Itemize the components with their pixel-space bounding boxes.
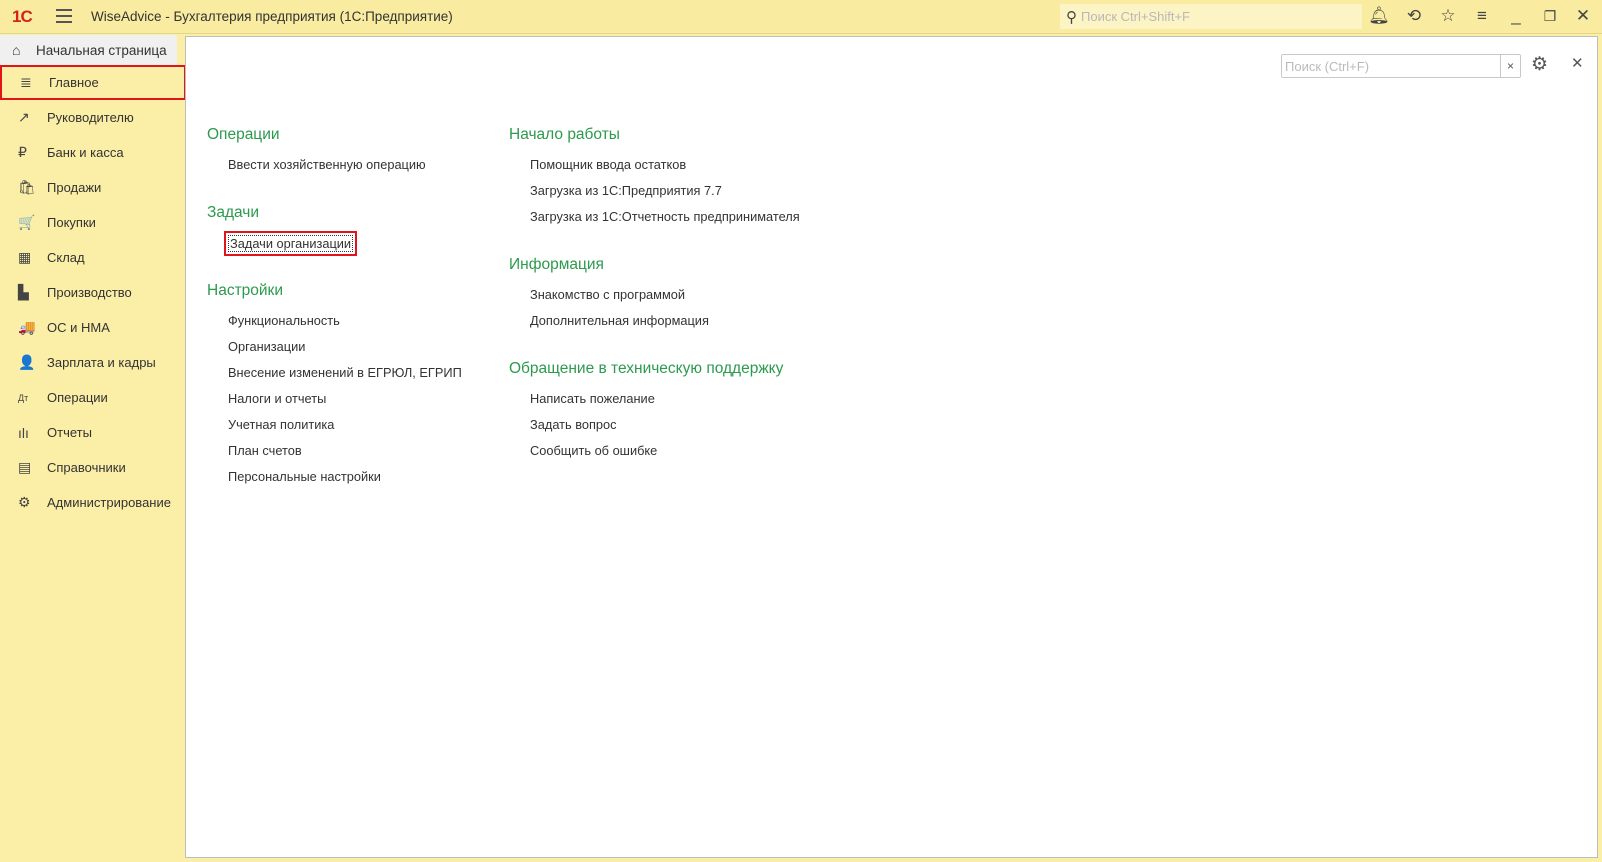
section-heading: Задачи [207, 204, 260, 221]
close-window-icon[interactable]: ✕ [1572, 6, 1594, 26]
nav-link[interactable]: План счетов [228, 443, 302, 458]
nav-link[interactable]: Загрузка из 1С:Предприятия 7.7 [530, 183, 722, 198]
sidebar-item[interactable]: 👤 Зарплата и кадры [0, 345, 186, 380]
nav-link[interactable]: Написать пожелание [530, 391, 655, 406]
section-heading: Обращение в техническую поддержку [509, 360, 784, 377]
nav-link[interactable]: Функциональность [228, 313, 340, 328]
sidebar-item[interactable]: ≣ Главное [0, 65, 186, 100]
nav-link[interactable]: Помощник ввода остатков [530, 157, 686, 172]
bell-icon[interactable]: 🔔︎ [1368, 6, 1390, 26]
home-label: Начальная страница [36, 42, 167, 58]
restore-icon[interactable]: ❐ [1539, 8, 1561, 25]
star-icon[interactable]: ☆ [1437, 6, 1459, 26]
gear-icon[interactable]: ⚙ [1531, 53, 1548, 76]
section-heading: Начало работы [509, 126, 620, 143]
sidebar-item-label: Продажи [47, 180, 102, 195]
sidebar-item[interactable]: ↗ Руководителю [0, 100, 186, 135]
section-icon: ₽ [18, 144, 27, 160]
section-icon: 👤 [18, 354, 36, 370]
sidebar-item[interactable]: ılı Отчеты [0, 415, 186, 450]
sidebar-item-label: Операции [47, 390, 108, 405]
home-icon: ⌂ [12, 42, 21, 58]
global-search-placeholder: Поиск Ctrl+Shift+F [1081, 9, 1190, 24]
nav-link[interactable]: Знакомство с программой [530, 287, 685, 302]
title-bar: 1С WiseAdvice - Бухгалтерия предприятия … [0, 0, 1602, 34]
sidebar-item[interactable]: 🛍 Продажи [0, 170, 186, 205]
form-search-input[interactable] [1282, 55, 1500, 77]
window-title: WiseAdvice - Бухгалтерия предприятия (1С… [91, 9, 453, 24]
section-icon: ▤ [18, 459, 32, 475]
sidebar-item[interactable]: ₽ Банк и касса [0, 135, 186, 170]
section-icon: ▦ [18, 249, 32, 265]
nav-link[interactable]: Внесение изменений в ЕГРЮЛ, ЕГРИП [228, 365, 462, 380]
section-icon: 🚚 [18, 319, 36, 335]
1c-logo: 1С [12, 7, 33, 26]
sidebar-item-label: Производство [47, 285, 132, 300]
sidebar-item[interactable]: ▙ Производство [0, 275, 186, 310]
sidebar-item[interactable]: Дт Операции [0, 380, 186, 415]
sidebar-item-label: Склад [47, 250, 85, 265]
sidebar-item-label: Администрирование [47, 495, 171, 510]
nav-link[interactable]: Учетная политика [228, 417, 334, 432]
sidebar-item-label: Справочники [47, 460, 126, 475]
section-heading: Операции [207, 126, 280, 143]
section-heading: Настройки [207, 282, 284, 299]
nav-link[interactable]: Ввести хозяйственную операцию [228, 157, 426, 172]
nav-link[interactable]: Организации [228, 339, 305, 354]
nav-link[interactable]: Дополнительная информация [530, 313, 709, 328]
clear-search-icon[interactable]: × [1500, 55, 1520, 77]
global-search-input[interactable]: ⚲ Поиск Ctrl+Shift+F [1060, 4, 1362, 29]
nav-link[interactable]: Сообщить об ошибке [530, 443, 657, 458]
search-icon: ⚲ [1066, 8, 1077, 26]
section-heading: Информация [509, 256, 604, 273]
nav-link[interactable]: Персональные настройки [228, 469, 381, 484]
section-icon: 🛍 [18, 179, 36, 195]
minimize-icon[interactable]: _ [1505, 6, 1527, 26]
close-icon[interactable]: ✕ [1571, 54, 1584, 72]
sidebar-item[interactable]: 🚚 ОС и НМА [0, 310, 186, 345]
home-page-tab[interactable]: ⌂ Начальная страница [0, 35, 177, 65]
sidebar-item-label: Покупки [47, 215, 96, 230]
sidebar-item-label: Банк и касса [47, 145, 124, 160]
settings-menu-icon[interactable]: ≡ [1471, 6, 1493, 26]
section-icon: ılı [18, 424, 29, 441]
section-icon: ▙ [18, 284, 29, 300]
history-icon[interactable]: ⟲ [1403, 6, 1425, 26]
main-panel: × ⚙ ✕ Операции Ввести хозяйственную опера… [185, 36, 1598, 858]
section-icon: 🛒 [18, 214, 36, 230]
sidebar-item-label: Главное [49, 75, 99, 90]
section-icon: ↗ [18, 109, 30, 125]
sidebar-item[interactable]: ▤ Справочники [0, 450, 186, 485]
section-icon: ≣ [20, 74, 32, 90]
nav-link[interactable]: Задать вопрос [530, 417, 617, 432]
sidebar-item-label: Зарплата и кадры [47, 355, 156, 370]
section-icon: Дт [18, 392, 29, 403]
sections-sidebar: ≣ Главное ↗ Руководителю ₽ Банк и касса 🛍 Прода… [0, 65, 186, 520]
sidebar-item[interactable]: ▦ Склад [0, 240, 186, 275]
main-menu-icon[interactable] [56, 9, 72, 23]
form-search[interactable]: × [1281, 54, 1521, 78]
sidebar-item[interactable]: ⚙ Администрирование [0, 485, 186, 520]
sidebar-item[interactable]: 🛒 Покупки [0, 205, 186, 240]
nav-link[interactable]: Задачи организации [223, 231, 358, 256]
sidebar-item-label: Руководителю [47, 110, 134, 125]
section-icon: ⚙ [18, 494, 31, 510]
sidebar-item-label: ОС и НМА [47, 320, 110, 335]
nav-link[interactable]: Налоги и отчеты [228, 391, 326, 406]
sidebar-item-label: Отчеты [47, 425, 92, 440]
nav-link[interactable]: Загрузка из 1С:Отчетность предпринимател… [530, 209, 800, 224]
